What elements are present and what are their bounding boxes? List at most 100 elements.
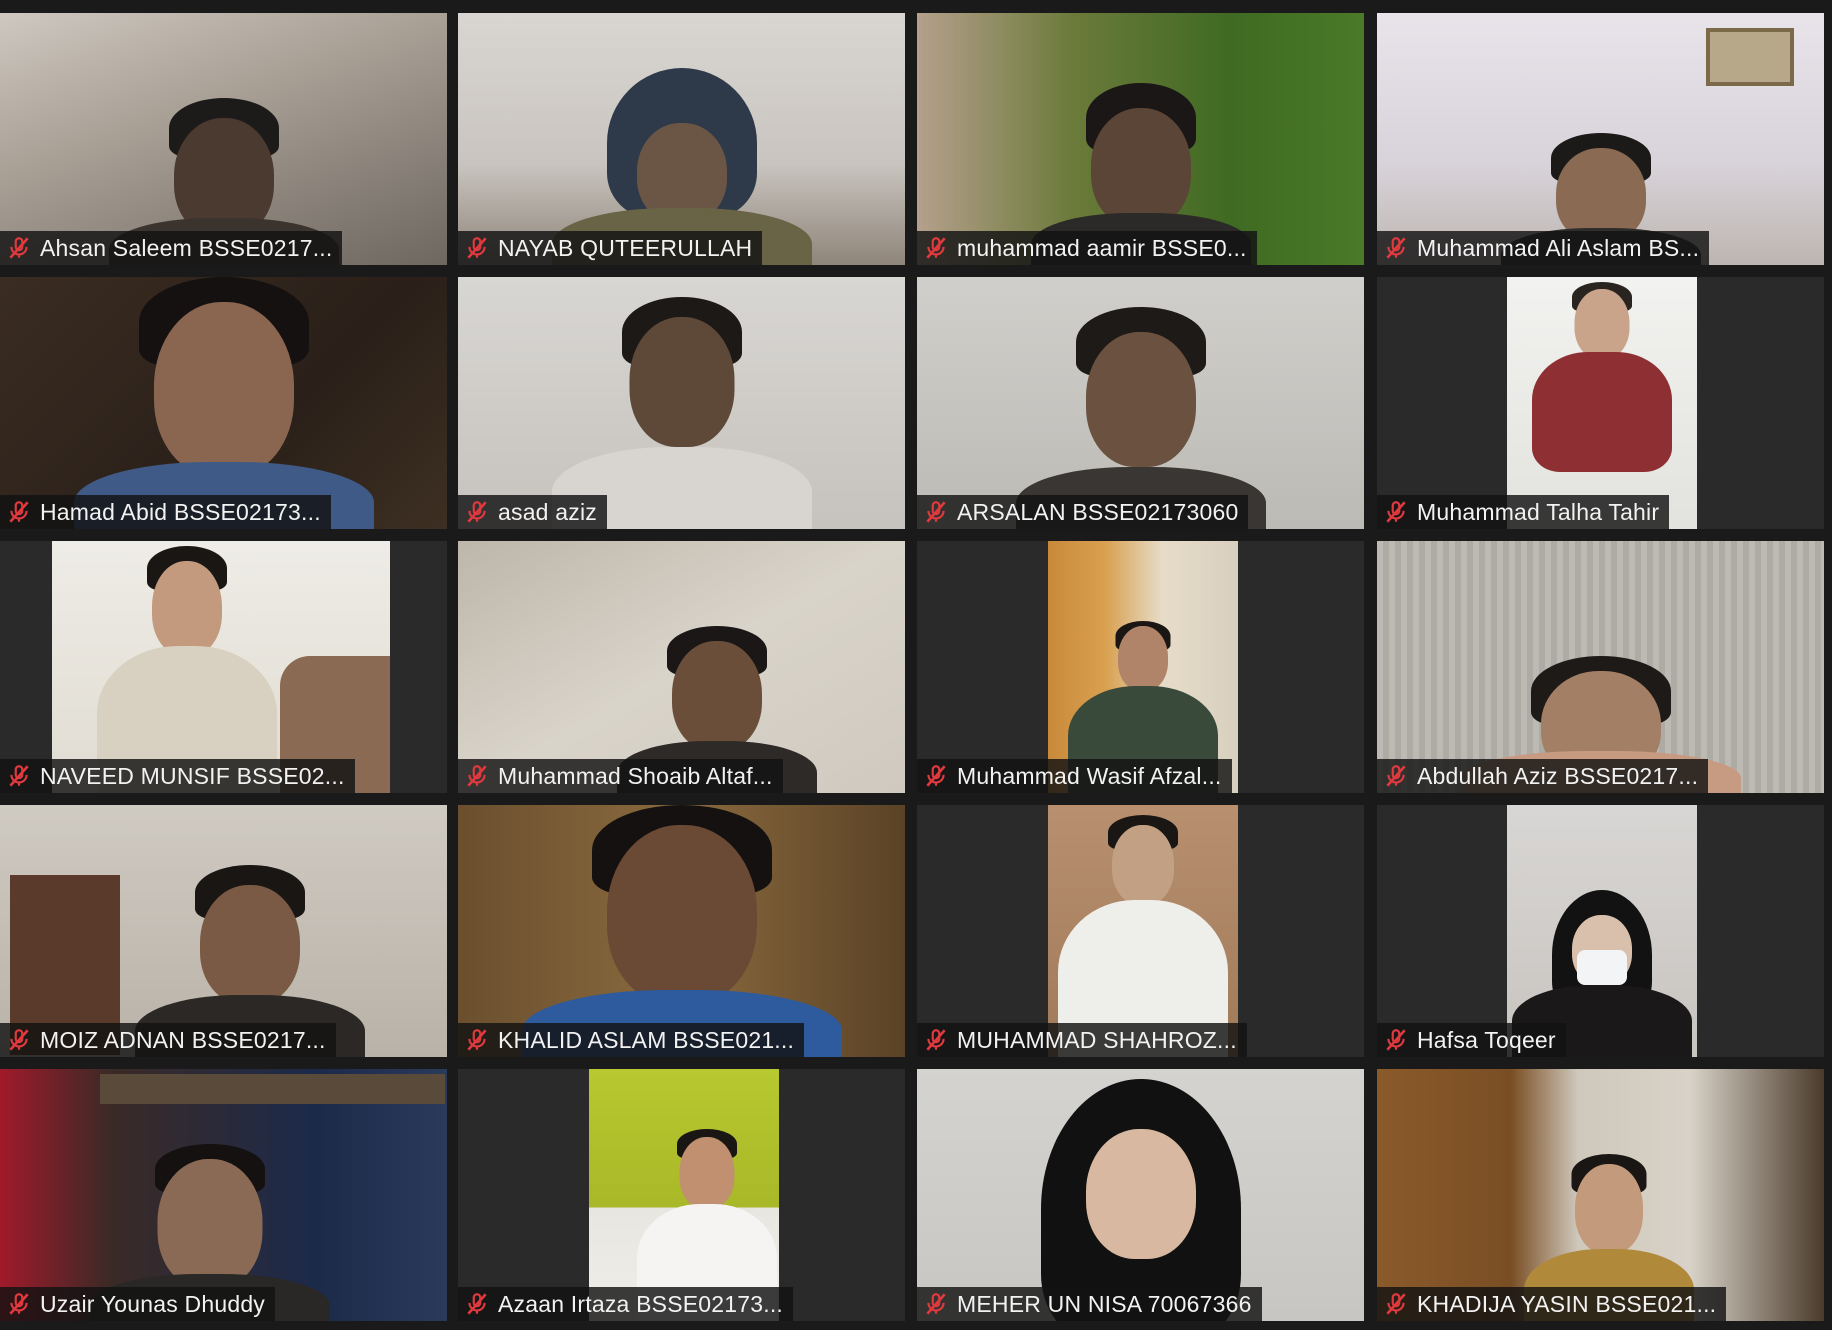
microphone-muted-icon [9, 765, 29, 787]
participant-nameplate: Muhammad Ali Aslam BS... [1377, 231, 1710, 265]
participant-tile[interactable]: Uzair Younas Dhuddy [0, 1069, 447, 1321]
participant-name: Abdullah Aziz BSSE0217... [1417, 762, 1699, 789]
participant-nameplate: Muhammad Shoaib Altaf... [458, 759, 783, 793]
participant-name: Uzair Younas Dhuddy [40, 1290, 266, 1317]
participant-nameplate: MUHAMMAD SHAHROZ... [917, 1023, 1247, 1057]
participant-name: NAVEED MUNSIF BSSE02... [40, 762, 345, 789]
participant-name: KHALID ASLAM BSSE021... [498, 1026, 795, 1053]
microphone-muted-icon [926, 1293, 946, 1315]
video-feed [1048, 805, 1238, 1057]
participant-tile[interactable]: Muhammad Wasif Afzal... [917, 541, 1364, 793]
microphone-muted-icon [1386, 237, 1406, 259]
participant-tile[interactable]: NAYAB QUTEERULLAH [458, 13, 905, 265]
video-feed [0, 805, 447, 1057]
microphone-muted-icon [467, 1293, 487, 1315]
microphone-muted-icon [926, 501, 946, 523]
video-feed [458, 805, 905, 1057]
participant-tile[interactable]: Hamad Abid BSSE02173... [0, 277, 447, 529]
video-feed [917, 277, 1364, 529]
participant-name: NAYAB QUTEERULLAH [498, 234, 753, 261]
participant-nameplate: Muhammad Wasif Afzal... [917, 759, 1232, 793]
participant-tile[interactable]: NAVEED MUNSIF BSSE02... [0, 541, 447, 793]
participant-tile[interactable]: KHADIJA YASIN BSSE021... [1377, 1069, 1824, 1321]
participant-nameplate: Hafsa Toqeer [1377, 1023, 1566, 1057]
participant-tile[interactable]: Abdullah Aziz BSSE0217... [1377, 541, 1824, 793]
participant-nameplate: Ahsan Saleem BSSE0217... [0, 231, 343, 265]
video-feed [52, 541, 390, 793]
participant-nameplate: asad aziz [458, 495, 607, 529]
participant-tile[interactable]: asad aziz [458, 277, 905, 529]
video-feed [917, 1069, 1364, 1321]
participant-nameplate: NAVEED MUNSIF BSSE02... [0, 759, 355, 793]
microphone-muted-icon [926, 237, 946, 259]
participant-nameplate: Muhammad Talha Tahir [1377, 495, 1670, 529]
video-gallery: Ahsan Saleem BSSE0217... NAYAB QUTEERULL… [0, 0, 1832, 1330]
participant-nameplate: ARSALAN BSSE02173060 [917, 495, 1249, 529]
participant-name: Azaan Irtaza BSSE02173... [498, 1290, 784, 1317]
microphone-muted-icon [1386, 501, 1406, 523]
participant-nameplate: KHALID ASLAM BSSE021... [458, 1023, 805, 1057]
participant-tile[interactable]: MEHER UN NISA 70067366 [917, 1069, 1364, 1321]
participant-tile[interactable]: Ahsan Saleem BSSE0217... [0, 13, 447, 265]
participant-nameplate: Azaan Irtaza BSSE02173... [458, 1287, 794, 1321]
participant-nameplate: MOIZ ADNAN BSSE0217... [0, 1023, 336, 1057]
microphone-muted-icon [1386, 1029, 1406, 1051]
participant-nameplate: KHADIJA YASIN BSSE021... [1377, 1287, 1727, 1321]
participant-name: Ahsan Saleem BSSE0217... [40, 234, 333, 261]
video-feed [458, 277, 905, 529]
participant-tile[interactable]: Hafsa Toqeer [1377, 805, 1824, 1057]
participant-name: MOIZ ADNAN BSSE0217... [40, 1026, 326, 1053]
participant-name: Hafsa Toqeer [1417, 1026, 1556, 1053]
participant-tile[interactable]: Muhammad Talha Tahir [1377, 277, 1824, 529]
video-feed [0, 1069, 447, 1321]
participant-tile[interactable]: ARSALAN BSSE02173060 [917, 277, 1364, 529]
video-feed [1377, 13, 1824, 265]
video-feed [589, 1069, 779, 1321]
participant-name: MEHER UN NISA 70067366 [957, 1290, 1252, 1317]
participant-name: Muhammad Wasif Afzal... [957, 762, 1222, 789]
participant-nameplate: Hamad Abid BSSE02173... [0, 495, 331, 529]
participant-nameplate: muhammad aamir BSSE0... [917, 231, 1257, 265]
participant-name: Muhammad Shoaib Altaf... [498, 762, 773, 789]
video-feed [1377, 541, 1824, 793]
participant-tile[interactable]: Muhammad Shoaib Altaf... [458, 541, 905, 793]
video-feed [1507, 805, 1697, 1057]
microphone-muted-icon [9, 501, 29, 523]
participant-name: KHADIJA YASIN BSSE021... [1417, 1290, 1717, 1317]
video-feed [458, 541, 905, 793]
microphone-muted-icon [926, 1029, 946, 1051]
participant-tile[interactable]: Muhammad Ali Aslam BS... [1377, 13, 1824, 265]
participant-name: MUHAMMAD SHAHROZ... [957, 1026, 1237, 1053]
microphone-muted-icon [9, 1029, 29, 1051]
participant-tile[interactable]: muhammad aamir BSSE0... [917, 13, 1364, 265]
participant-name: ARSALAN BSSE02173060 [957, 498, 1239, 525]
participant-nameplate: Uzair Younas Dhuddy [0, 1287, 276, 1321]
participant-tile[interactable]: MOIZ ADNAN BSSE0217... [0, 805, 447, 1057]
video-feed [1377, 1069, 1824, 1321]
microphone-muted-icon [1386, 1293, 1406, 1315]
video-feed [1507, 277, 1697, 529]
participant-name: Hamad Abid BSSE02173... [40, 498, 321, 525]
microphone-muted-icon [467, 1029, 487, 1051]
participant-tile[interactable]: MUHAMMAD SHAHROZ... [917, 805, 1364, 1057]
participant-tile[interactable]: KHALID ASLAM BSSE021... [458, 805, 905, 1057]
participant-name: muhammad aamir BSSE0... [957, 234, 1247, 261]
microphone-muted-icon [9, 237, 29, 259]
video-feed [1048, 541, 1238, 793]
microphone-muted-icon [467, 501, 487, 523]
microphone-muted-icon [926, 765, 946, 787]
video-feed [458, 13, 905, 265]
microphone-muted-icon [467, 237, 487, 259]
participant-nameplate: Abdullah Aziz BSSE0217... [1377, 759, 1709, 793]
participant-tile[interactable]: Azaan Irtaza BSSE02173... [458, 1069, 905, 1321]
video-feed [917, 13, 1364, 265]
participant-name: Muhammad Talha Tahir [1417, 498, 1660, 525]
video-feed [0, 13, 447, 265]
microphone-muted-icon [9, 1293, 29, 1315]
participant-name: asad aziz [498, 498, 597, 525]
microphone-muted-icon [1386, 765, 1406, 787]
video-feed [0, 277, 447, 529]
participant-nameplate: MEHER UN NISA 70067366 [917, 1287, 1262, 1321]
microphone-muted-icon [467, 765, 487, 787]
participant-name: Muhammad Ali Aslam BS... [1417, 234, 1700, 261]
